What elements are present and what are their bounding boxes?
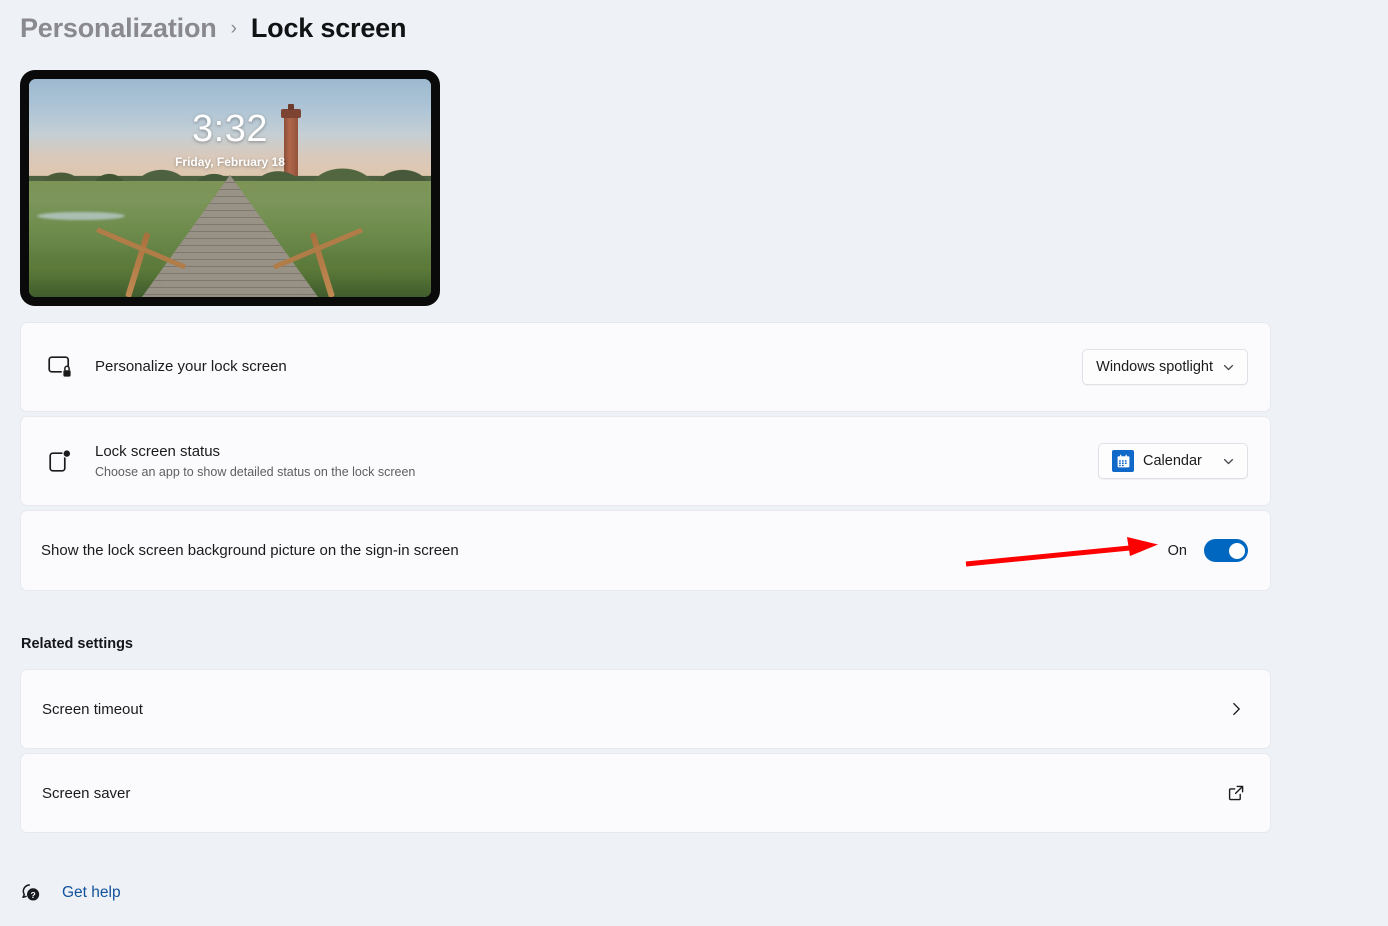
lock-screen-icon [41, 355, 81, 379]
setting-control: Calendar [1098, 443, 1248, 479]
toggle-state-label: On [1167, 542, 1187, 559]
get-help-row[interactable]: ? Get help [20, 882, 121, 904]
related-item-screen-timeout[interactable]: Screen timeout [20, 669, 1271, 749]
setting-text: Show the lock screen background picture … [41, 541, 1168, 561]
related-item-label: Screen timeout [42, 700, 143, 718]
preview-water [37, 211, 126, 220]
setting-control: Windows spotlight [1082, 349, 1248, 385]
related-item-screen-saver[interactable]: Screen saver [20, 753, 1271, 833]
svg-text:?: ? [30, 890, 35, 900]
preview-meadow [29, 175, 431, 297]
related-settings-heading: Related settings [21, 636, 133, 652]
calendar-app-icon [1112, 450, 1134, 472]
lock-screen-preview: 3:32 Friday, February 18 [20, 70, 440, 306]
chevron-down-icon [1222, 455, 1235, 468]
signin-background-toggle[interactable] [1204, 539, 1248, 562]
setting-row-lock-screen-status[interactable]: Lock screen status Choose an app to show… [20, 416, 1271, 506]
settings-list: Personalize your lock screen Windows spo… [20, 322, 1271, 595]
related-item-label: Screen saver [42, 784, 131, 802]
setting-control: On [1168, 539, 1248, 562]
preview-date: Friday, February 18 [175, 154, 285, 169]
external-link-icon [1222, 779, 1250, 807]
chevron-down-icon [1222, 361, 1235, 374]
toggle-group: On [1168, 539, 1248, 562]
help-question-icon: ? [20, 882, 42, 904]
setting-text: Lock screen status Choose an app to show… [95, 442, 1098, 481]
get-help-link[interactable]: Get help [62, 884, 121, 902]
chevron-right-icon: › [230, 18, 237, 39]
dropdown-value: Windows spotlight [1096, 359, 1213, 375]
related-settings-list: Screen timeout Screen saver [20, 669, 1271, 837]
preview-clock: 3:32 Friday, February 18 [29, 110, 431, 169]
breadcrumb: Personalization › Lock screen [20, 8, 406, 48]
setting-text: Personalize your lock screen [95, 357, 1082, 377]
lock-screen-preview-image: 3:32 Friday, February 18 [29, 79, 431, 297]
setting-row-signin-background[interactable]: Show the lock screen background picture … [20, 510, 1271, 591]
page-title: Lock screen [250, 12, 407, 43]
chevron-right-icon [1222, 695, 1250, 723]
setting-title: Show the lock screen background picture … [41, 541, 459, 559]
lock-screen-status-dropdown[interactable]: Calendar [1098, 443, 1248, 479]
setting-title: Lock screen status [95, 442, 221, 460]
setting-subtitle: Choose an app to show detailed status on… [95, 465, 416, 480]
dropdown-value: Calendar [1143, 453, 1202, 469]
personalize-lock-screen-dropdown[interactable]: Windows spotlight [1082, 349, 1248, 385]
setting-row-personalize-lock-screen[interactable]: Personalize your lock screen Windows spo… [20, 322, 1271, 412]
toggle-knob [1229, 542, 1245, 559]
lock-screen-status-icon [41, 448, 81, 474]
preview-time: 3:32 [192, 107, 268, 150]
setting-title: Personalize your lock screen [95, 358, 287, 376]
breadcrumb-parent-personalization[interactable]: Personalization [20, 13, 217, 44]
